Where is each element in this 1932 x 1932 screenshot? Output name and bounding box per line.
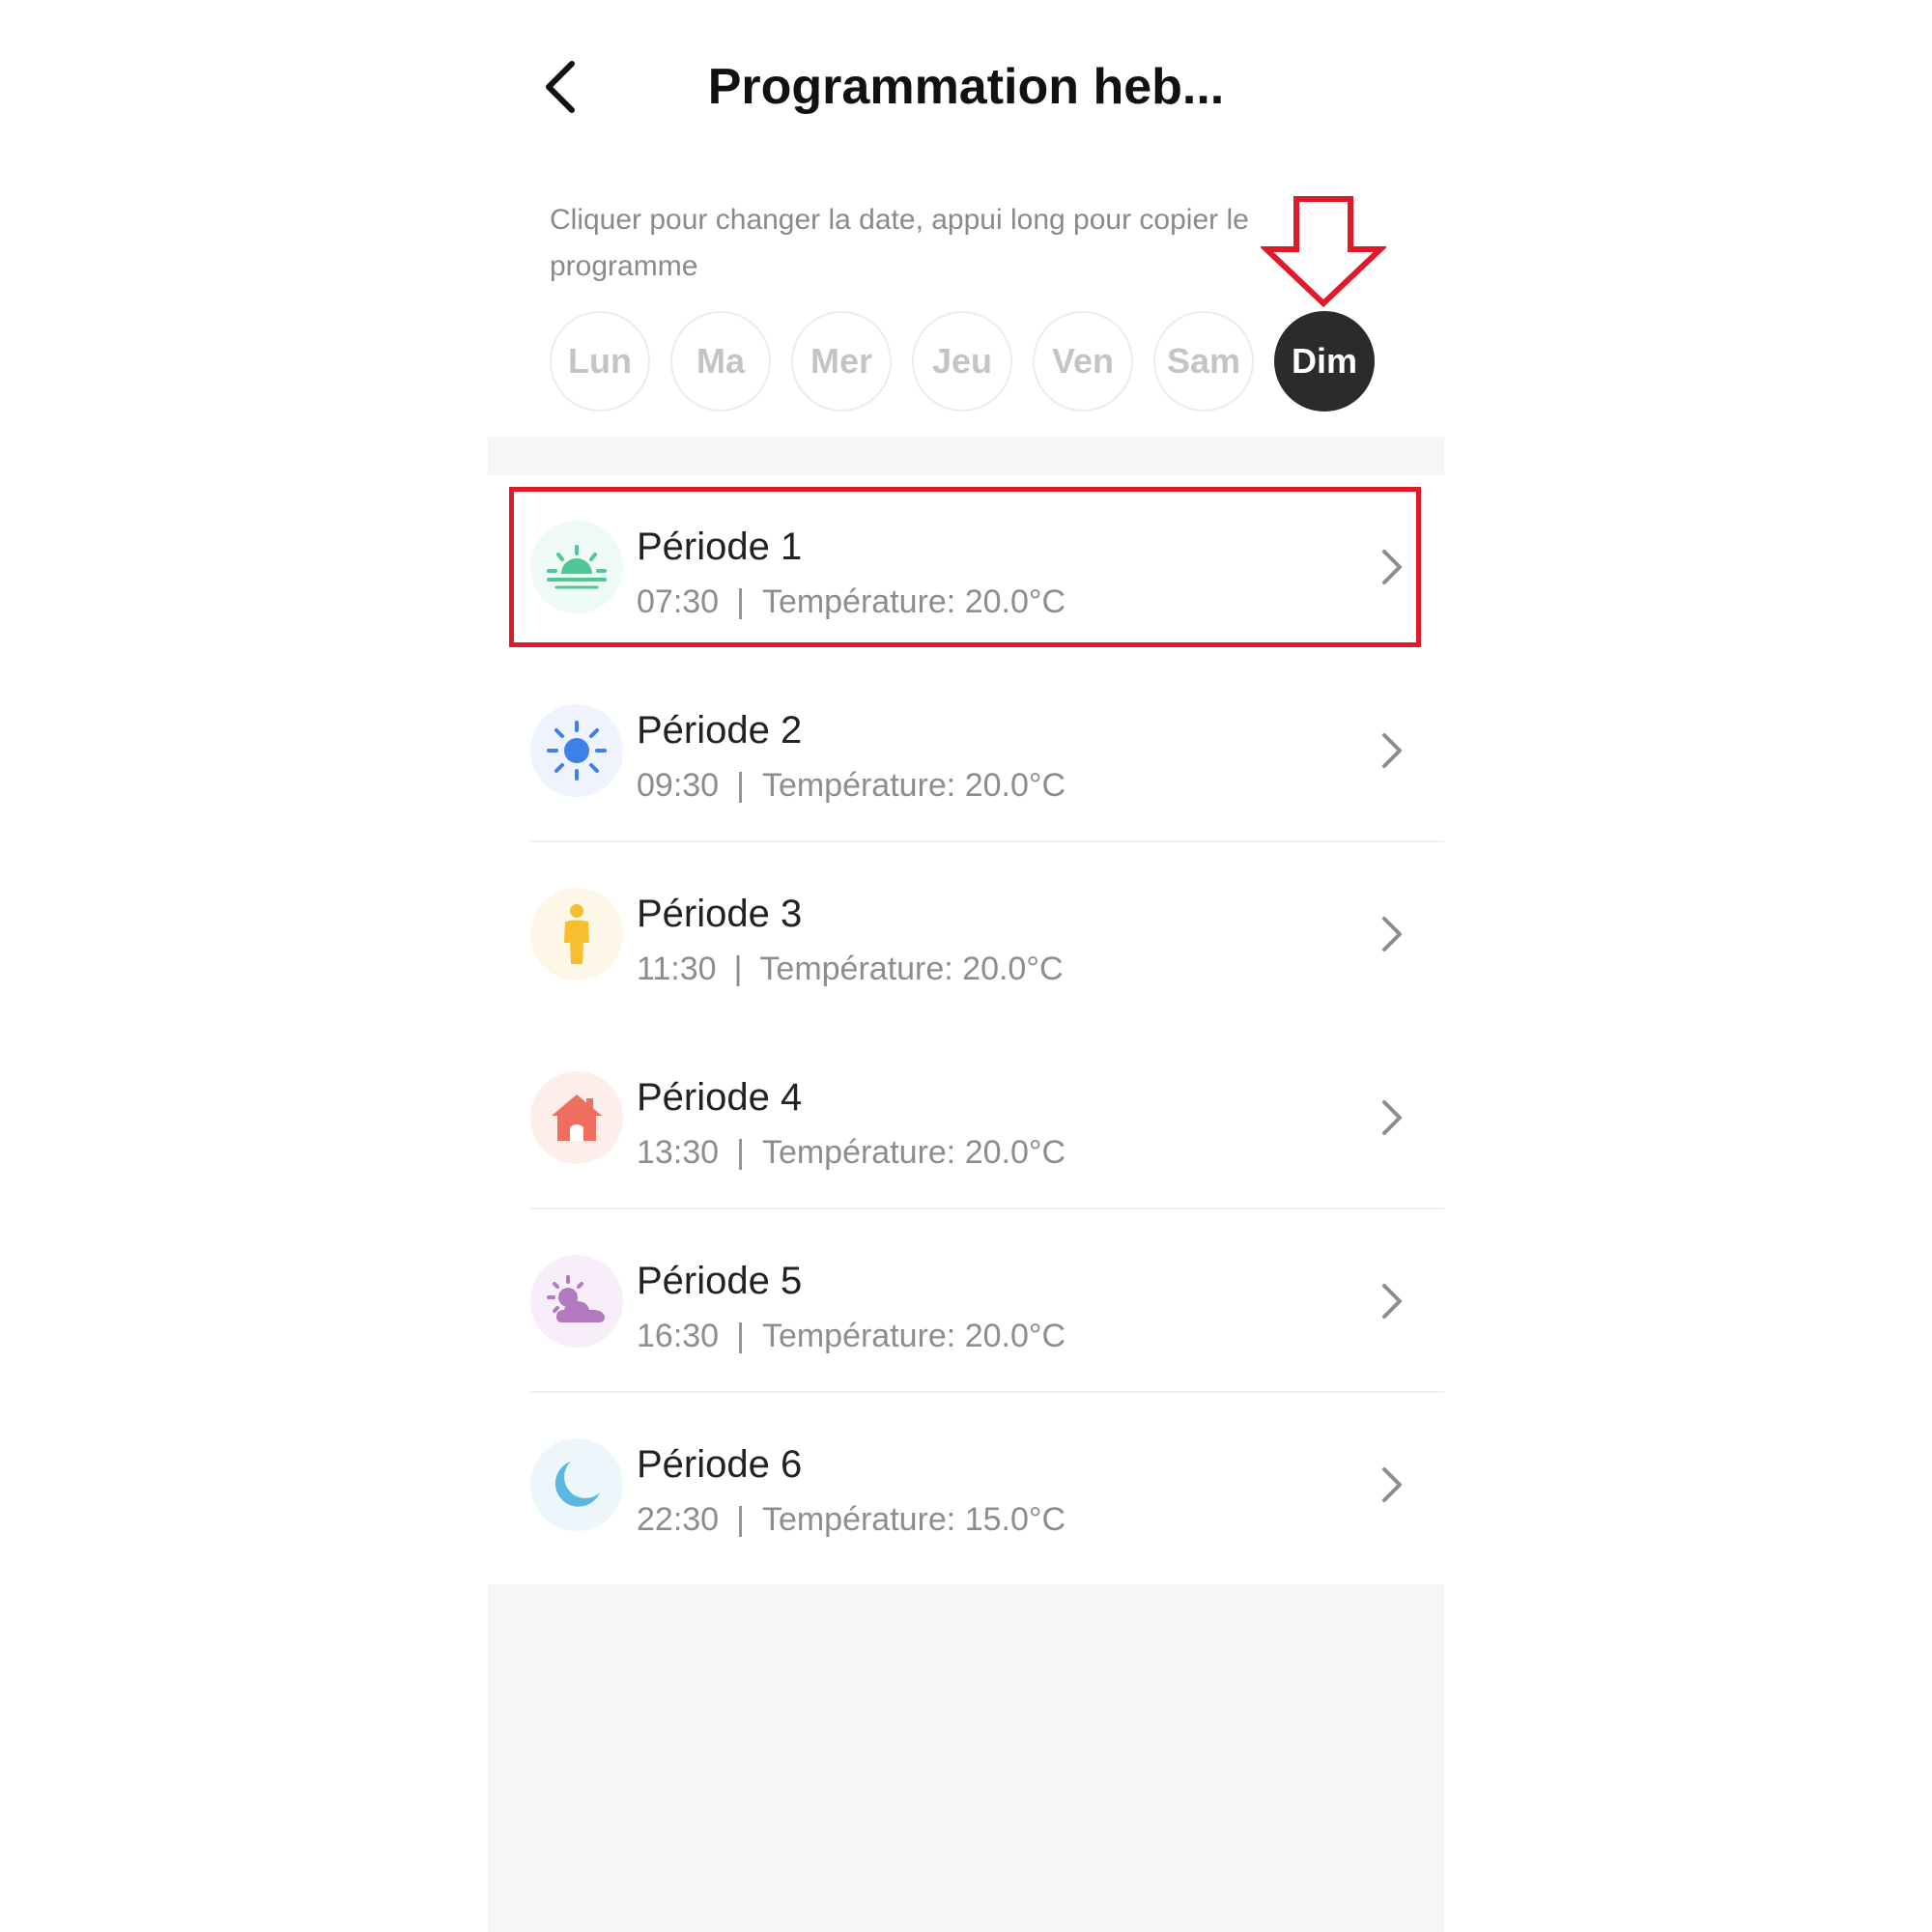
period-time: 09:30 [637,767,720,804]
period-list: Période 1 07:30 | Température: 20.0°C Pé… [488,475,1444,1577]
period-row-2[interactable]: Période 2 09:30 | Température: 20.0°C [488,659,1444,842]
period-details: 22:30 | Température: 15.0°C [637,1501,1065,1539]
header: Programmation heb... [488,0,1444,174]
period-time: 11:30 [637,951,717,987]
separator: | [736,1134,745,1171]
day-lun[interactable]: Lun [550,311,650,412]
period-details: 13:30 | Température: 20.0°C [637,1134,1065,1172]
period-details: 11:30 | Température: 20.0°C [637,951,1064,988]
separator: | [736,583,745,620]
sun-cloud-icon [530,1255,623,1348]
moon-icon [530,1438,623,1531]
day-sam[interactable]: Sam [1153,311,1254,412]
period-temperature: Température: 20.0°C [761,1134,1066,1171]
hint-text: Cliquer pour changer la date, appui long… [550,204,1249,282]
period-time: 13:30 [637,1134,720,1171]
person-icon [530,888,623,980]
chevron-right-icon [1382,1100,1402,1135]
period-time: 16:30 [637,1318,720,1354]
period-row-6[interactable]: Période 6 22:30 | Température: 15.0°C [488,1393,1444,1577]
period-title: Période 5 [637,1260,803,1302]
period-temperature: Température: 20.0°C [759,951,1064,987]
day-jeu[interactable]: Jeu [912,311,1012,412]
period-time: 07:30 [637,583,720,620]
period-row-3[interactable]: Période 3 11:30 | Température: 20.0°C [488,842,1444,1026]
period-row-4[interactable]: Période 4 13:30 | Température: 20.0°C [488,1026,1444,1209]
chevron-right-icon [1382,1284,1402,1319]
period-time: 22:30 [637,1501,720,1538]
chevron-right-icon [1382,733,1402,768]
back-arrow-icon [546,61,575,113]
period-details: 16:30 | Température: 20.0°C [637,1318,1065,1355]
sunrise-icon [530,521,623,613]
day-dim[interactable]: Dim [1274,311,1375,412]
period-title: Période 1 [637,526,803,568]
separator: | [736,1501,745,1538]
period-temperature: Température: 15.0°C [761,1501,1066,1538]
period-details: 07:30 | Température: 20.0°C [637,583,1065,621]
chevron-right-icon [1382,1467,1402,1502]
schedule-screen: Programmation heb... Cliquer pour change… [488,0,1444,1932]
separator: | [736,1318,745,1354]
period-title: Période 6 [637,1443,803,1486]
chevron-right-icon [1382,917,1402,952]
sun-icon [530,704,623,797]
period-row-1[interactable]: Période 1 07:30 | Température: 20.0°C [488,475,1444,659]
annotation-down-arrow-icon [1261,196,1386,307]
day-mer[interactable]: Mer [791,311,892,412]
period-title: Période 2 [637,709,803,752]
empty-area [488,1584,1444,1932]
period-row-5[interactable]: Période 5 16:30 | Température: 20.0°C [488,1209,1444,1393]
separator: | [733,951,743,987]
chevron-right-icon [1382,550,1402,584]
period-title: Période 4 [637,1076,803,1119]
period-temperature: Température: 20.0°C [761,583,1066,620]
period-title: Période 3 [637,893,803,935]
house-icon [530,1071,623,1164]
page-title: Programmation heb... [707,59,1225,115]
period-temperature: Température: 20.0°C [761,1318,1066,1354]
separator: | [736,767,745,804]
back-button[interactable] [526,48,594,126]
day-ven[interactable]: Ven [1033,311,1133,412]
day-selector: Lun Ma Mer Jeu Ven Sam Dim [550,311,1375,412]
period-details: 09:30 | Température: 20.0°C [637,767,1065,805]
section-spacer [488,437,1444,475]
period-temperature: Température: 20.0°C [761,767,1066,804]
day-ma[interactable]: Ma [670,311,771,412]
